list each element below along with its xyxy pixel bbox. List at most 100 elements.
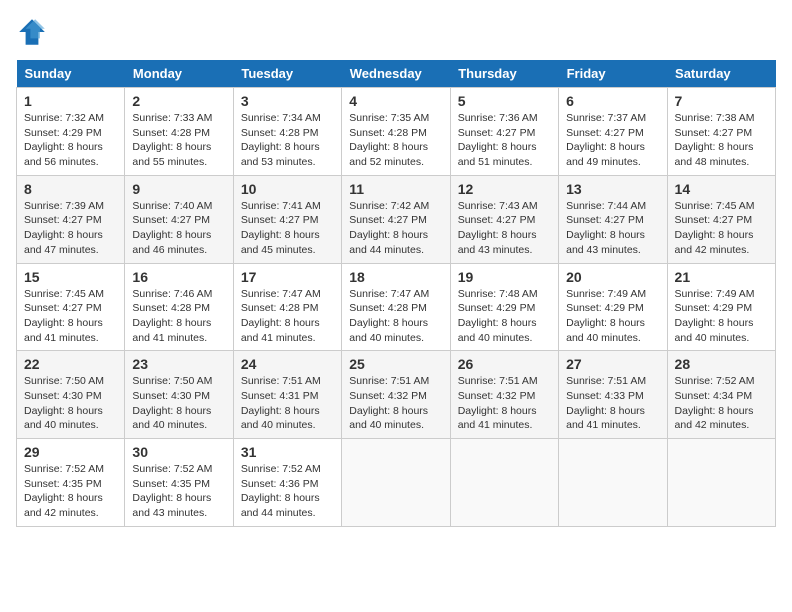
day-info: Sunrise: 7:32 AM Sunset: 4:29 PM Dayligh…: [24, 111, 117, 170]
day-number: 24: [241, 356, 334, 372]
day-number: 4: [349, 93, 442, 109]
day-info: Sunrise: 7:44 AM Sunset: 4:27 PM Dayligh…: [566, 199, 659, 258]
day-info: Sunrise: 7:40 AM Sunset: 4:27 PM Dayligh…: [132, 199, 225, 258]
day-info: Sunrise: 7:46 AM Sunset: 4:28 PM Dayligh…: [132, 287, 225, 346]
calendar-cell: 25 Sunrise: 7:51 AM Sunset: 4:32 PM Dayl…: [342, 351, 450, 439]
calendar-cell: 21 Sunrise: 7:49 AM Sunset: 4:29 PM Dayl…: [667, 263, 775, 351]
day-number: 3: [241, 93, 334, 109]
weekday-header-thursday: Thursday: [450, 60, 558, 88]
calendar-cell: 17 Sunrise: 7:47 AM Sunset: 4:28 PM Dayl…: [233, 263, 341, 351]
calendar-cell: 3 Sunrise: 7:34 AM Sunset: 4:28 PM Dayli…: [233, 88, 341, 176]
page-header: [16, 16, 776, 48]
calendar-cell: [450, 439, 558, 527]
day-info: Sunrise: 7:45 AM Sunset: 4:27 PM Dayligh…: [675, 199, 768, 258]
day-number: 13: [566, 181, 659, 197]
calendar-cell: 9 Sunrise: 7:40 AM Sunset: 4:27 PM Dayli…: [125, 175, 233, 263]
calendar-cell: 8 Sunrise: 7:39 AM Sunset: 4:27 PM Dayli…: [17, 175, 125, 263]
calendar-cell: 26 Sunrise: 7:51 AM Sunset: 4:32 PM Dayl…: [450, 351, 558, 439]
day-number: 16: [132, 269, 225, 285]
weekday-header-row: SundayMondayTuesdayWednesdayThursdayFrid…: [17, 60, 776, 88]
calendar-cell: 29 Sunrise: 7:52 AM Sunset: 4:35 PM Dayl…: [17, 439, 125, 527]
day-number: 2: [132, 93, 225, 109]
day-number: 19: [458, 269, 551, 285]
calendar-cell: 15 Sunrise: 7:45 AM Sunset: 4:27 PM Dayl…: [17, 263, 125, 351]
day-number: 31: [241, 444, 334, 460]
calendar-week-3: 15 Sunrise: 7:45 AM Sunset: 4:27 PM Dayl…: [17, 263, 776, 351]
calendar-week-2: 8 Sunrise: 7:39 AM Sunset: 4:27 PM Dayli…: [17, 175, 776, 263]
calendar-cell: 13 Sunrise: 7:44 AM Sunset: 4:27 PM Dayl…: [559, 175, 667, 263]
weekday-header-saturday: Saturday: [667, 60, 775, 88]
calendar-cell: 10 Sunrise: 7:41 AM Sunset: 4:27 PM Dayl…: [233, 175, 341, 263]
calendar-cell: 20 Sunrise: 7:49 AM Sunset: 4:29 PM Dayl…: [559, 263, 667, 351]
day-number: 18: [349, 269, 442, 285]
day-info: Sunrise: 7:42 AM Sunset: 4:27 PM Dayligh…: [349, 199, 442, 258]
calendar-cell: 28 Sunrise: 7:52 AM Sunset: 4:34 PM Dayl…: [667, 351, 775, 439]
calendar-week-4: 22 Sunrise: 7:50 AM Sunset: 4:30 PM Dayl…: [17, 351, 776, 439]
day-number: 28: [675, 356, 768, 372]
day-number: 6: [566, 93, 659, 109]
day-number: 21: [675, 269, 768, 285]
day-info: Sunrise: 7:45 AM Sunset: 4:27 PM Dayligh…: [24, 287, 117, 346]
calendar-cell: 12 Sunrise: 7:43 AM Sunset: 4:27 PM Dayl…: [450, 175, 558, 263]
calendar-cell: 11 Sunrise: 7:42 AM Sunset: 4:27 PM Dayl…: [342, 175, 450, 263]
day-info: Sunrise: 7:51 AM Sunset: 4:32 PM Dayligh…: [349, 374, 442, 433]
day-info: Sunrise: 7:50 AM Sunset: 4:30 PM Dayligh…: [24, 374, 117, 433]
day-number: 30: [132, 444, 225, 460]
day-info: Sunrise: 7:38 AM Sunset: 4:27 PM Dayligh…: [675, 111, 768, 170]
day-number: 14: [675, 181, 768, 197]
calendar-cell: [667, 439, 775, 527]
day-info: Sunrise: 7:52 AM Sunset: 4:36 PM Dayligh…: [241, 462, 334, 521]
calendar-cell: 19 Sunrise: 7:48 AM Sunset: 4:29 PM Dayl…: [450, 263, 558, 351]
day-info: Sunrise: 7:51 AM Sunset: 4:33 PM Dayligh…: [566, 374, 659, 433]
calendar-cell: [342, 439, 450, 527]
day-number: 22: [24, 356, 117, 372]
day-info: Sunrise: 7:50 AM Sunset: 4:30 PM Dayligh…: [132, 374, 225, 433]
calendar-cell: 7 Sunrise: 7:38 AM Sunset: 4:27 PM Dayli…: [667, 88, 775, 176]
calendar-body: 1 Sunrise: 7:32 AM Sunset: 4:29 PM Dayli…: [17, 88, 776, 527]
calendar-cell: 24 Sunrise: 7:51 AM Sunset: 4:31 PM Dayl…: [233, 351, 341, 439]
day-number: 1: [24, 93, 117, 109]
weekday-header-tuesday: Tuesday: [233, 60, 341, 88]
weekday-header-wednesday: Wednesday: [342, 60, 450, 88]
calendar-cell: 23 Sunrise: 7:50 AM Sunset: 4:30 PM Dayl…: [125, 351, 233, 439]
day-info: Sunrise: 7:51 AM Sunset: 4:31 PM Dayligh…: [241, 374, 334, 433]
day-info: Sunrise: 7:43 AM Sunset: 4:27 PM Dayligh…: [458, 199, 551, 258]
day-info: Sunrise: 7:47 AM Sunset: 4:28 PM Dayligh…: [349, 287, 442, 346]
day-info: Sunrise: 7:41 AM Sunset: 4:27 PM Dayligh…: [241, 199, 334, 258]
day-info: Sunrise: 7:34 AM Sunset: 4:28 PM Dayligh…: [241, 111, 334, 170]
day-number: 11: [349, 181, 442, 197]
calendar-cell: 30 Sunrise: 7:52 AM Sunset: 4:35 PM Dayl…: [125, 439, 233, 527]
day-number: 9: [132, 181, 225, 197]
weekday-header-friday: Friday: [559, 60, 667, 88]
day-info: Sunrise: 7:51 AM Sunset: 4:32 PM Dayligh…: [458, 374, 551, 433]
day-number: 25: [349, 356, 442, 372]
day-number: 12: [458, 181, 551, 197]
calendar-week-1: 1 Sunrise: 7:32 AM Sunset: 4:29 PM Dayli…: [17, 88, 776, 176]
day-number: 17: [241, 269, 334, 285]
day-info: Sunrise: 7:33 AM Sunset: 4:28 PM Dayligh…: [132, 111, 225, 170]
day-number: 10: [241, 181, 334, 197]
day-number: 29: [24, 444, 117, 460]
day-info: Sunrise: 7:36 AM Sunset: 4:27 PM Dayligh…: [458, 111, 551, 170]
logo: [16, 16, 52, 48]
calendar-cell: 16 Sunrise: 7:46 AM Sunset: 4:28 PM Dayl…: [125, 263, 233, 351]
day-info: Sunrise: 7:49 AM Sunset: 4:29 PM Dayligh…: [675, 287, 768, 346]
calendar-table: SundayMondayTuesdayWednesdayThursdayFrid…: [16, 60, 776, 527]
calendar-cell: 4 Sunrise: 7:35 AM Sunset: 4:28 PM Dayli…: [342, 88, 450, 176]
calendar-cell: 18 Sunrise: 7:47 AM Sunset: 4:28 PM Dayl…: [342, 263, 450, 351]
day-info: Sunrise: 7:48 AM Sunset: 4:29 PM Dayligh…: [458, 287, 551, 346]
day-number: 26: [458, 356, 551, 372]
weekday-header-sunday: Sunday: [17, 60, 125, 88]
day-info: Sunrise: 7:39 AM Sunset: 4:27 PM Dayligh…: [24, 199, 117, 258]
day-info: Sunrise: 7:37 AM Sunset: 4:27 PM Dayligh…: [566, 111, 659, 170]
day-info: Sunrise: 7:49 AM Sunset: 4:29 PM Dayligh…: [566, 287, 659, 346]
day-number: 27: [566, 356, 659, 372]
logo-icon: [16, 16, 48, 48]
calendar-cell: 1 Sunrise: 7:32 AM Sunset: 4:29 PM Dayli…: [17, 88, 125, 176]
day-info: Sunrise: 7:52 AM Sunset: 4:35 PM Dayligh…: [24, 462, 117, 521]
calendar-cell: 22 Sunrise: 7:50 AM Sunset: 4:30 PM Dayl…: [17, 351, 125, 439]
calendar-cell: 14 Sunrise: 7:45 AM Sunset: 4:27 PM Dayl…: [667, 175, 775, 263]
day-number: 5: [458, 93, 551, 109]
day-info: Sunrise: 7:35 AM Sunset: 4:28 PM Dayligh…: [349, 111, 442, 170]
calendar-week-5: 29 Sunrise: 7:52 AM Sunset: 4:35 PM Dayl…: [17, 439, 776, 527]
